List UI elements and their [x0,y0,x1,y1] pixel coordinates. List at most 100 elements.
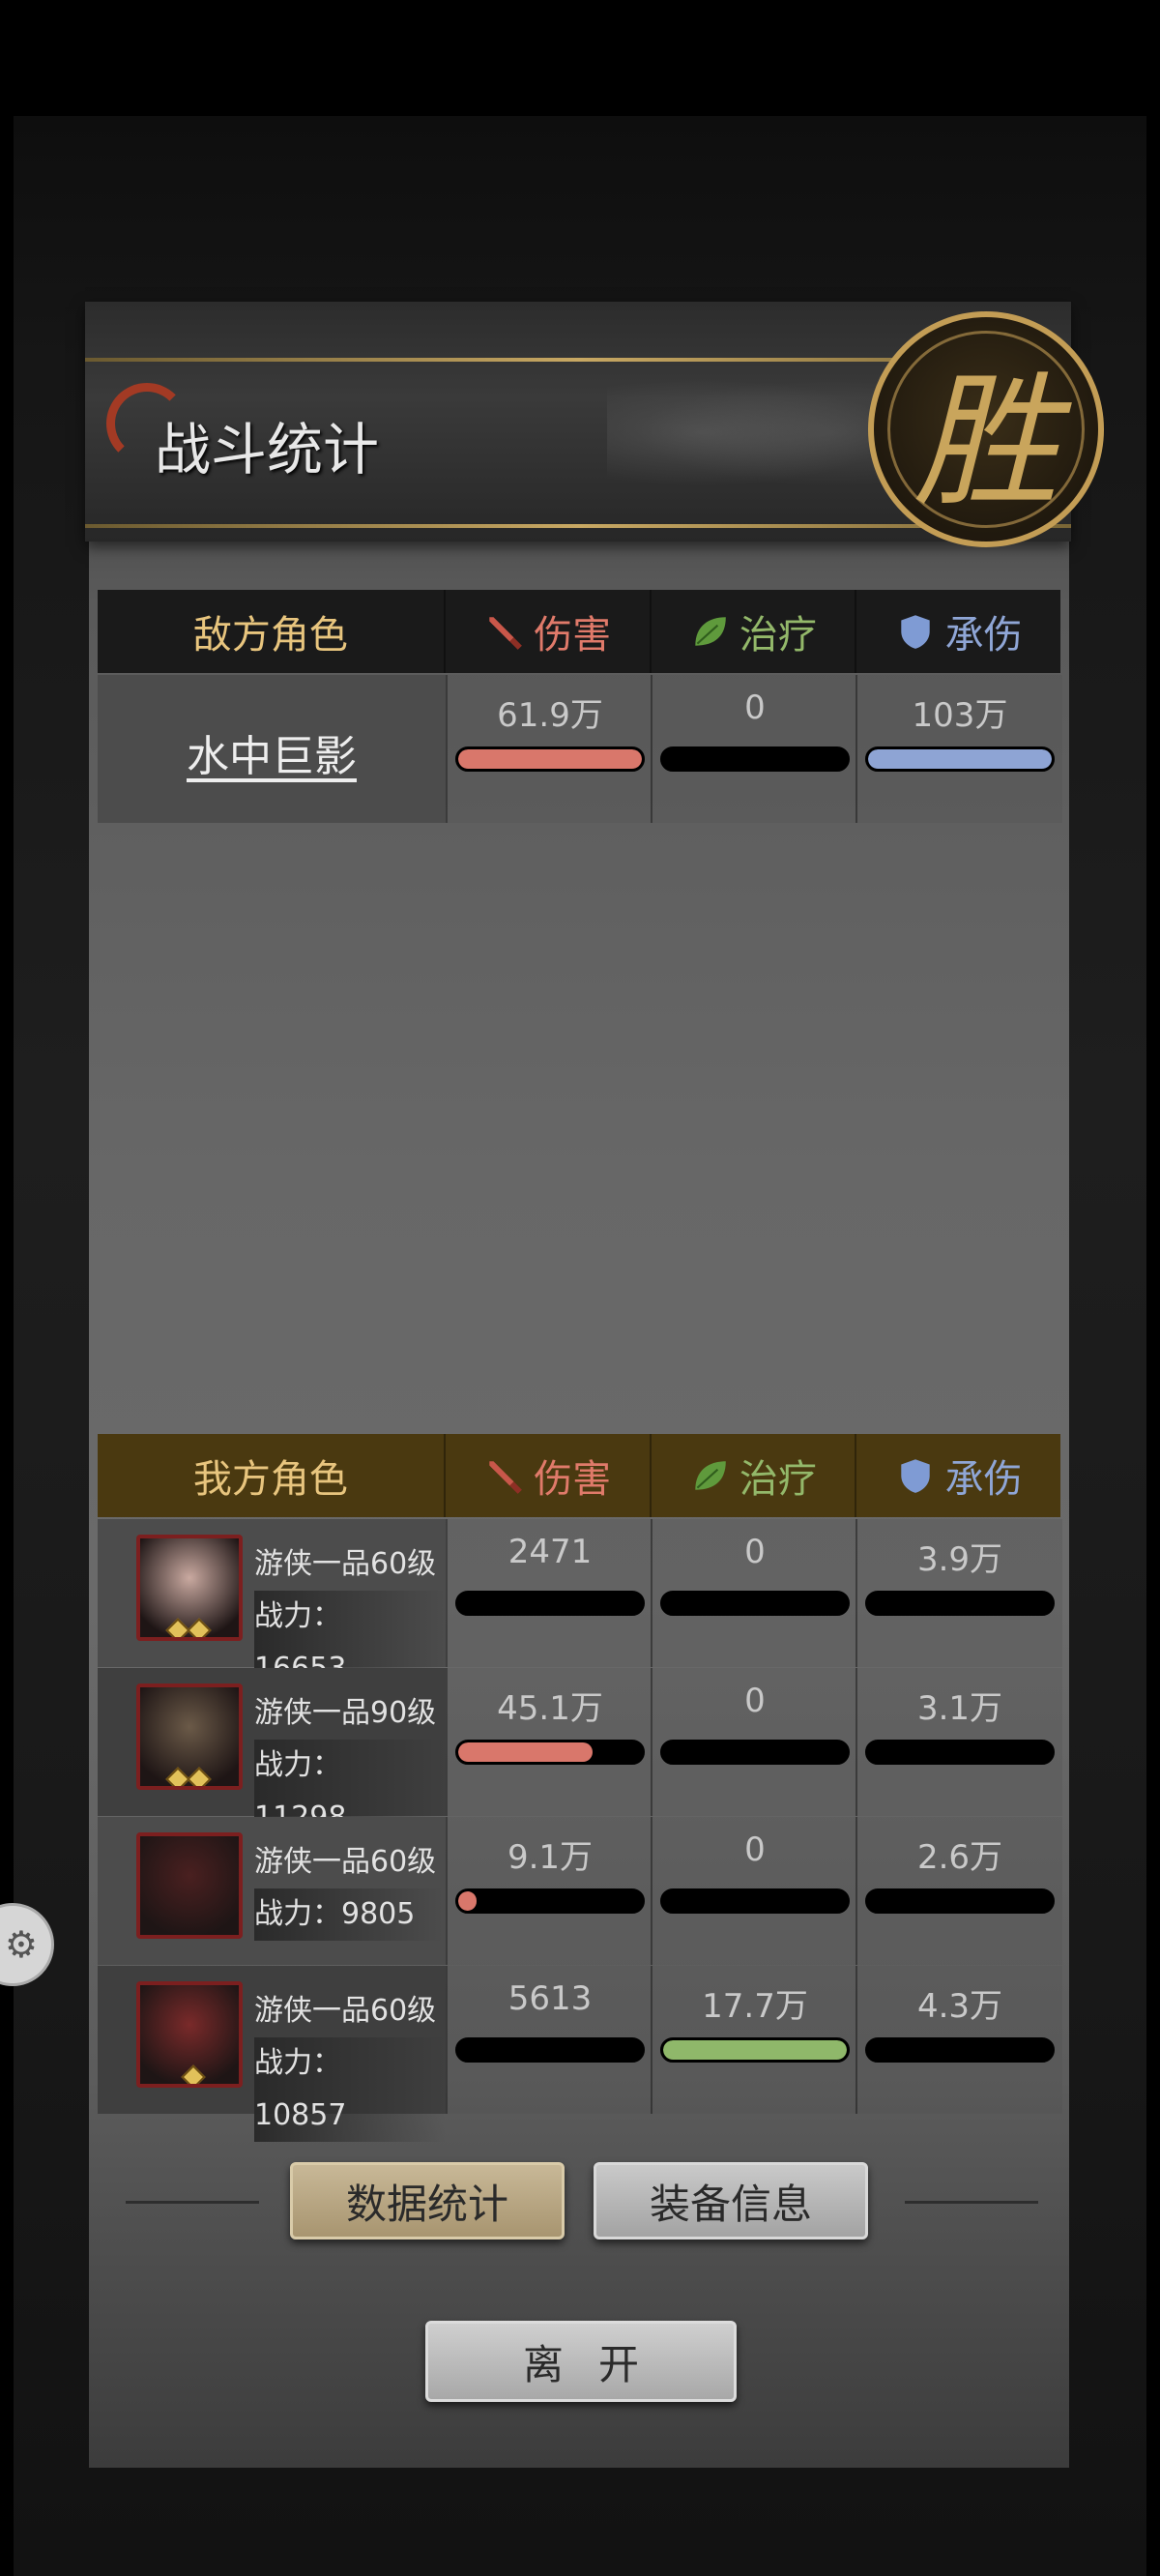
divider-line [126,2201,259,2204]
damage-cell: 5613 [446,1966,652,2114]
heal-value: 0 [744,688,766,727]
heal-value: 0 [744,1830,766,1869]
hero-rank: 游侠一品60级 [254,1994,437,2028]
damage-bar [455,1740,645,1765]
shield-icon [900,1459,930,1493]
tank-cell: 2.6万 [856,1817,1062,1965]
heal-column-label: 治疗 [739,1457,817,1502]
star-pips [181,2064,206,2084]
enemy-header-label: 敌方角色 [192,613,348,658]
damage-bar [455,746,645,772]
victory-seal-text: 胜 [913,358,1058,527]
ally-row[interactable]: 游侠一品60级 战力：10857 5613 17.7万 4.3万 [98,1966,1062,2142]
heal-cell: 0 [651,675,857,823]
hero-info: 游侠一品60级 战力：10857 [254,1985,446,2142]
hero-info: 游侠一品60级 战力：9805 [254,1836,445,1941]
damage-cell: 9.1万 [446,1817,652,1965]
ally-table-header: 我方角色 伤害 治疗 承伤 [98,1434,1060,1517]
tank-column-label: 承伤 [944,613,1023,658]
hero-power: 战力：9805 [254,1888,445,1941]
tank-cell: 3.9万 [856,1519,1062,1667]
leaf-icon [695,617,726,646]
hero-rank: 游侠一品60级 [254,1547,437,1581]
data-stats-button[interactable]: 数据统计 [290,2162,565,2239]
enemy-name-link[interactable]: 水中巨影 [98,721,446,783]
tank-value: 3.9万 [916,1540,1003,1579]
tank-value: 103万 [912,696,1008,735]
equipment-info-button[interactable]: 装备信息 [594,2162,868,2239]
hero-rank: 游侠一品60级 [254,1845,437,1879]
heal-bar-fill [663,2040,847,2060]
tank-column-header: 承伤 [855,1434,1060,1517]
heal-value: 0 [744,1533,766,1571]
divider-line [905,2201,1038,2204]
tank-bar [865,1591,1055,1616]
ally-row[interactable]: 游侠一品90级 战力：11298 45.1万 0 3.1万 [98,1668,1062,1844]
damage-bar [455,2037,645,2063]
heal-value: 17.7万 [702,1987,808,2026]
heal-cell: 0 [651,1817,857,1965]
damage-value: 5613 [508,1979,593,2018]
tank-cell: 4.3万 [856,1966,1062,2114]
leave-button[interactable]: 离开 [425,2321,737,2402]
damage-value: 61.9万 [497,696,603,735]
hero-power: 战力：10857 [254,2037,446,2142]
tank-bar-fill [868,749,1052,769]
damage-cell: 45.1万 [446,1668,652,1816]
tank-value: 3.1万 [916,1689,1003,1728]
heal-bar [660,2037,850,2063]
victory-seal: 胜 [868,311,1104,547]
page-title: 战斗统计 [155,417,380,483]
heal-bar [660,1888,850,1914]
ally-row[interactable]: 游侠一品60级 战力：9805 9.1万 0 2.6万 [98,1817,1062,1965]
enemy-table-header: 敌方角色 伤害 治疗 承伤 [98,590,1060,673]
enemy-row[interactable]: 水中巨影 61.9万 0 103万 [98,675,1062,823]
star-pip [181,2064,206,2084]
damage-value: 45.1万 [497,1689,603,1728]
heal-column-label: 治疗 [739,613,817,658]
ally-name-cell: 游侠一品60级 战力：16653 [98,1519,446,1695]
star-pip [187,1767,212,1786]
enemy-name-cell: 水中巨影 [98,675,446,823]
tank-column-header: 承伤 [855,590,1060,673]
damage-cell: 61.9万 [446,675,652,823]
ally-row[interactable]: 游侠一品60级 战力：16653 2471 0 3.9万 [98,1519,1062,1695]
tank-bar [865,1740,1055,1765]
heal-cell: 0 [651,1668,857,1816]
damage-value: 2471 [508,1533,593,1571]
damage-column-header: 伤害 [443,590,650,673]
damage-column-label: 伤害 [534,613,612,658]
hero-rank: 游侠一品90级 [254,1696,437,1730]
damage-bar [455,1591,645,1616]
tank-bar [865,746,1055,772]
ally-name-cell: 游侠一品60级 战力：9805 [98,1817,446,1965]
tank-cell: 3.1万 [856,1668,1062,1816]
damage-bar [455,1888,645,1914]
hero-avatar[interactable] [136,1683,243,1790]
gear-icon: ⚙ [4,1923,38,1966]
heal-bar [660,1591,850,1616]
tank-value: 4.3万 [916,1987,1003,2026]
damage-column-label: 伤害 [534,1457,612,1502]
leaf-icon [695,1461,726,1490]
damage-value: 9.1万 [507,1838,594,1877]
heal-bar [660,1740,850,1765]
hero-avatar[interactable] [136,1535,243,1641]
damage-bar-fill [458,1742,593,1762]
sword-icon [489,1461,523,1494]
heal-cell: 17.7万 [651,1966,857,2114]
damage-column-header: 伤害 [443,1434,650,1517]
star-pips [165,1767,212,1786]
heal-column-header: 治疗 [649,590,856,673]
heal-column-header: 治疗 [649,1434,856,1517]
hero-avatar[interactable] [136,1981,243,2088]
ally-name-cell: 游侠一品90级 战力：11298 [98,1668,446,1844]
star-pips [165,1618,212,1637]
hero-avatar[interactable] [136,1832,243,1939]
damage-bar-fill [458,1891,477,1911]
ally-header-label: 我方角色 [192,1457,348,1502]
heal-cell: 0 [651,1519,857,1667]
damage-bar-fill [458,749,642,769]
heal-value: 0 [744,1682,766,1720]
tank-cell: 103万 [856,675,1062,823]
